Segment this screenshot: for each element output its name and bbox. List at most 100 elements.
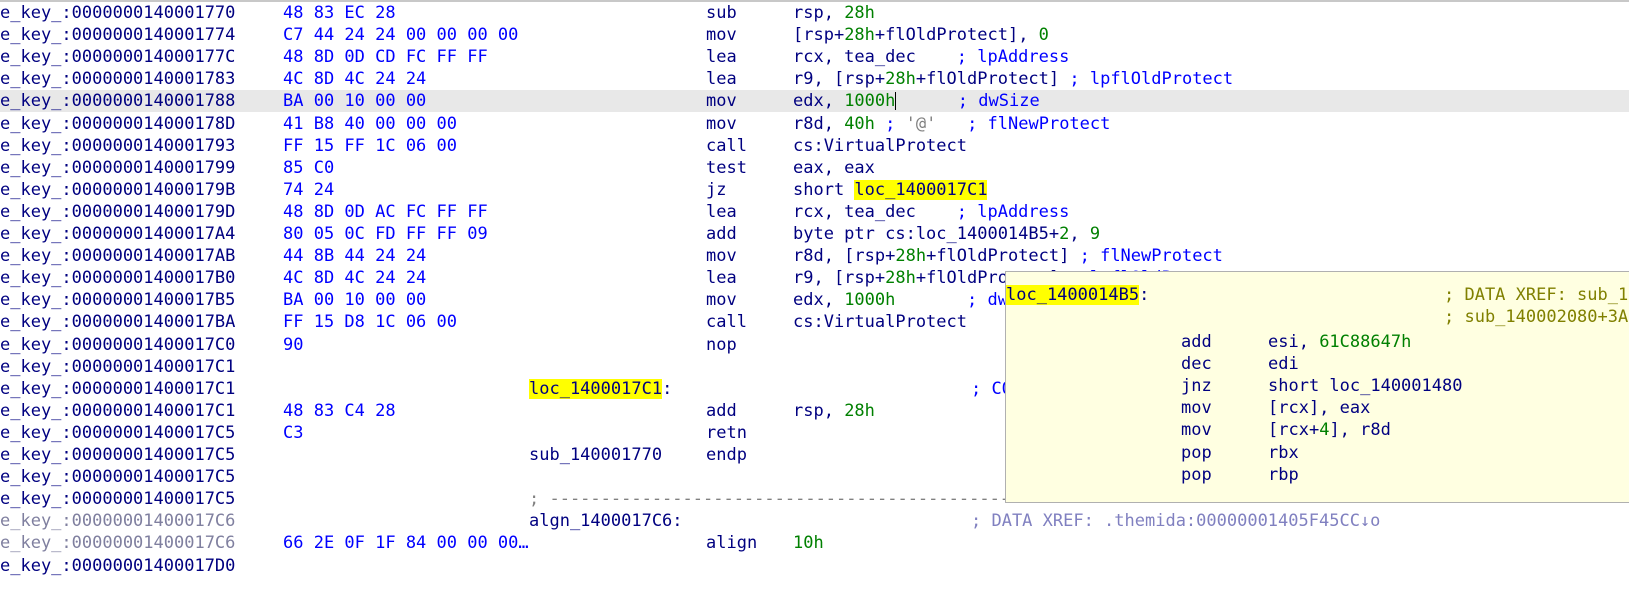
listing-row[interactable]: e_key_:000000014000178D 41 B8 40 00 00 00… (0, 113, 1629, 135)
popup-operands: [rcx+4], r8d (1268, 419, 1391, 441)
address[interactable]: e_key_:0000000140001799 (0, 157, 235, 179)
address[interactable]: e_key_:000000014000177C (0, 46, 235, 68)
listing-row[interactable]: e_key_:000000014000177C 48 8D 0D CD FC FF… (0, 46, 1629, 68)
operands[interactable]: short loc_1400017C1 (793, 179, 988, 201)
operand-text: r9, [rsp+ (793, 69, 886, 90)
operands[interactable]: eax, eax (793, 157, 875, 179)
popup-label[interactable]: loc_1400014B5 (1006, 285, 1140, 305)
popup-code-row: pop rbx (1006, 442, 1629, 464)
address[interactable]: e_key_:00000001400017C1 (0, 400, 235, 422)
listing-row[interactable]: e_key_:00000001400017A4 80 05 0C FD FF FF… (0, 223, 1629, 245)
listing-row[interactable]: e_key_:0000000140001783 4C 8D 4C 24 24 lea… (0, 68, 1629, 90)
operands[interactable]: rsp, 28h (793, 2, 875, 24)
address[interactable]: e_key_:00000001400017C1 (0, 378, 235, 400)
address[interactable]: e_key_:00000001400017C5 (0, 444, 235, 466)
operands[interactable]: 10h (793, 532, 824, 554)
address[interactable]: e_key_:00000001400017C5 (0, 422, 235, 444)
address[interactable]: e_key_:0000000140001774 (0, 24, 235, 46)
operands[interactable]: byte ptr cs:loc_1400014B5+2, 9 (793, 223, 1100, 245)
listing-row[interactable]: e_key_:00000001400017D0 (0, 555, 1629, 577)
popup-xref-comment[interactable]: ; DATA XREF: sub_140001770+34↓w (1444, 284, 1629, 306)
popup-mnemonic: jnz (1181, 376, 1212, 397)
address[interactable]: e_key_:00000001400017D0 (0, 555, 235, 577)
listing-row[interactable]: e_key_:00000001400017AB 44 8B 44 24 24 mov… (0, 245, 1629, 267)
mnemonic[interactable]: mov (706, 245, 737, 267)
highlighted-label[interactable]: loc_1400017C1 (854, 179, 988, 200)
operands[interactable]: r9, [rsp+28h+flOldProtect] ; lpflOldProt… (793, 68, 1233, 90)
mnemonic[interactable]: lea (706, 68, 737, 90)
mnemonic[interactable]: mov (706, 289, 737, 311)
address[interactable]: e_key_:00000001400017C0 (0, 334, 235, 356)
selected-listing-row[interactable]: e_key_:0000000140001788 BA 00 10 00 00 mov… (0, 90, 1629, 113)
address[interactable]: e_key_:000000014000178D (0, 113, 235, 135)
address[interactable]: e_key_:0000000140001783 (0, 68, 235, 90)
operand-text: rbx (1268, 442, 1299, 463)
mnemonic[interactable]: retn (706, 422, 747, 444)
address[interactable]: e_key_:0000000140001770 (0, 2, 235, 24)
code-label[interactable]: sub_140001770 (529, 445, 662, 465)
address[interactable]: e_key_:00000001400017AB (0, 245, 235, 267)
address[interactable]: e_key_:00000001400017C6 (0, 510, 235, 532)
operand-text: cs:VirtualProtect (793, 312, 967, 333)
mnemonic[interactable]: call (706, 135, 747, 157)
operands[interactable]: r8d, [rsp+28h+flOldProtect] ; flNewProte… (793, 245, 1223, 267)
mnemonic[interactable]: test (706, 157, 747, 179)
listing-row[interactable]: e_key_:000000014000179D 48 8D 0D AC FC FF… (0, 201, 1629, 223)
opcode-bytes: C7 44 24 24 00 00 00 00 (283, 25, 519, 46)
address[interactable]: e_key_:00000001400017C5 (0, 488, 235, 510)
mnemonic[interactable]: mov (706, 24, 737, 46)
address[interactable]: e_key_:00000001400017BA (0, 311, 235, 333)
mnemonic[interactable]: call (706, 311, 747, 333)
operands[interactable]: edx, 1000h ; dwSize (793, 90, 1040, 112)
code-label[interactable]: algn_1400017C6 (529, 511, 672, 531)
address[interactable]: e_key_:00000001400017A4 (0, 223, 235, 245)
address[interactable]: e_key_:0000000140001793 (0, 135, 235, 157)
mnemonic[interactable]: endp (706, 444, 747, 466)
popup-code-row: mov [rcx], eax (1006, 397, 1629, 419)
listing-row[interactable]: e_key_:0000000140001799 85 C0 test eax, eax (0, 157, 1629, 179)
address[interactable]: e_key_:00000001400017C5 (0, 466, 235, 488)
operands[interactable]: cs:VirtualProtect (793, 311, 967, 333)
operands[interactable]: r8d, 40h ; '@' ; flNewProtect (793, 113, 1110, 135)
mnemonic[interactable]: lea (706, 201, 737, 223)
operands[interactable]: rsp, 28h (793, 400, 875, 422)
address[interactable]: e_key_:000000014000179B (0, 179, 235, 201)
operands[interactable]: [rsp+28h+flOldProtect], 0 (793, 24, 1049, 46)
address[interactable]: e_key_:00000001400017C1 (0, 356, 235, 378)
code-label[interactable]: loc_1400017C1 (529, 378, 663, 399)
operand-text: [rcx], eax (1268, 398, 1371, 419)
popup-mnemonic: add (1181, 332, 1212, 352)
mnemonic[interactable]: jz (706, 179, 726, 201)
address[interactable]: e_key_:00000001400017B0 (0, 267, 235, 289)
mnemonic[interactable]: align (706, 532, 757, 554)
operand-text: [rsp+ (793, 25, 845, 46)
listing-row[interactable]: e_key_:00000001400017C6 algn_1400017C6: ; … (0, 510, 1629, 532)
xref-comment[interactable]: ; DATA XREF: .themida:00000001405F45CC↓o (971, 510, 1380, 532)
operand-text: r8d, (793, 113, 845, 134)
mnemonic[interactable]: add (706, 223, 737, 245)
mnemonic[interactable]: add (706, 400, 737, 422)
listing-row[interactable]: e_key_:00000001400017C6 66 2E 0F 1F 84 00… (0, 532, 1629, 554)
operand-text: r8d, [rsp+ (793, 246, 896, 267)
comment-text: ; dwSize (957, 91, 1040, 112)
popup-xref-comment-2[interactable]: ; sub_140002080+3A↓w (1444, 306, 1629, 328)
opcode-bytes: 4C 8D 4C 24 24 (283, 268, 427, 289)
operands[interactable]: rcx, tea_dec ; lpAddress (793, 46, 1069, 68)
mnemonic[interactable]: nop (706, 334, 737, 356)
mnemonic[interactable]: lea (706, 267, 737, 289)
mnemonic[interactable]: mov (706, 90, 737, 112)
mnemonic[interactable]: sub (706, 2, 737, 24)
opcode-bytes: 48 8D 0D CD FC FF FF (283, 47, 488, 68)
address[interactable]: e_key_:00000001400017B5 (0, 289, 235, 311)
listing-row[interactable]: e_key_:000000014000179B 74 24 jz short loc_… (0, 179, 1629, 201)
address[interactable]: e_key_:0000000140001788 (0, 90, 235, 112)
listing-row[interactable]: e_key_:0000000140001774 C7 44 24 24 00 00… (0, 24, 1629, 46)
mnemonic[interactable]: mov (706, 113, 737, 135)
listing-row[interactable]: e_key_:0000000140001793 FF 15 FF 1C 06 00… (0, 135, 1629, 157)
operands[interactable]: cs:VirtualProtect (793, 135, 967, 157)
listing-row[interactable]: e_key_:0000000140001770 48 83 EC 28 sub rsp… (0, 2, 1629, 24)
address[interactable]: e_key_:000000014000179D (0, 201, 235, 223)
operands[interactable]: rcx, tea_dec ; lpAddress (793, 201, 1069, 223)
address[interactable]: e_key_:00000001400017C6 (0, 532, 235, 554)
mnemonic[interactable]: lea (706, 46, 737, 68)
